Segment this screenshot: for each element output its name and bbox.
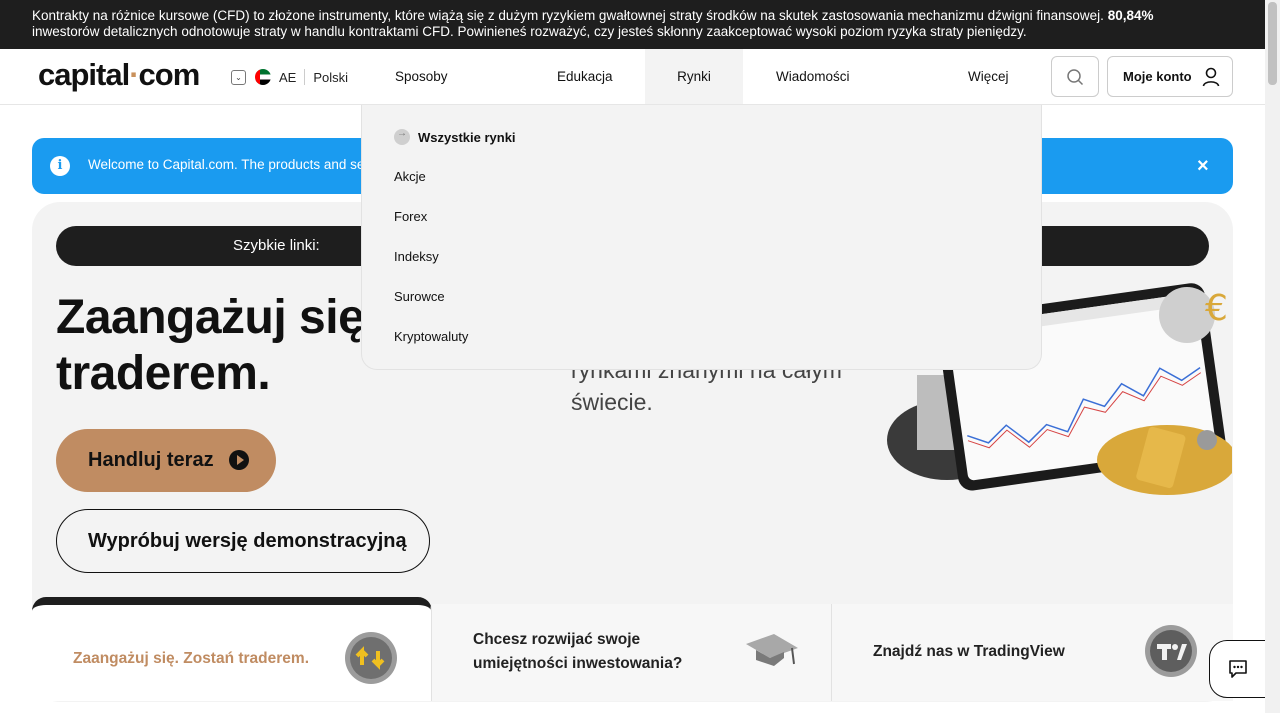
info-icon: i: [50, 156, 70, 176]
risk-warning-text: Kontrakty na różnice kursowe (CFD) to zł…: [32, 8, 1104, 23]
search-icon: [1067, 68, 1084, 85]
nav-item-ways-to-trade[interactable]: Sposoby handlu: [395, 49, 448, 140]
dropdown-item-forex[interactable]: Forex: [394, 209, 427, 224]
search-button[interactable]: [1051, 56, 1099, 97]
site-header: capital·com ⌄ AE Polski Sposoby handlu E…: [0, 49, 1265, 140]
page-scrollbar[interactable]: [1265, 0, 1280, 713]
welcome-text: Welcome to Capital.com. The products and…: [88, 157, 365, 172]
arrow-right-icon: [394, 128, 410, 145]
risk-warning-text-2: inwestorów detalicznych odnotowuje strat…: [32, 24, 1027, 39]
risk-warning-percent: 80,84%: [1107, 8, 1154, 23]
hero-title: Zaangażuj się traderem.: [56, 291, 365, 400]
try-demo-button[interactable]: Wypróbuj wersję demonstracyjną: [56, 509, 430, 573]
language-selector[interactable]: ⌄ AE Polski: [231, 69, 348, 85]
chat-icon: [1229, 660, 1247, 678]
nav-item-markets[interactable]: Rynki: [645, 49, 743, 104]
feature-card-tradingview[interactable]: Znajdź nas w TradingView: [832, 604, 1233, 701]
capital-logo[interactable]: capital·com: [38, 57, 200, 93]
nav-item-more[interactable]: Więcej: [968, 49, 1009, 104]
quick-links-label: Szybkie linki:: [233, 237, 320, 254]
dropdown-item-crypto[interactable]: Kryptowaluty: [394, 329, 468, 344]
feature-card-education[interactable]: Chcesz rozwijać swoje umiejętności inwes…: [432, 604, 832, 701]
risk-warning-banner: Kontrakty na różnice kursowe (CFD) to zł…: [0, 0, 1280, 49]
scrollbar-thumb[interactable]: [1268, 2, 1277, 85]
feature-card-become-trader[interactable]: Zaangażuj się. Zostań traderem.: [32, 597, 432, 701]
tradingview-icon: [1145, 625, 1197, 677]
chat-button[interactable]: [1209, 640, 1267, 698]
chevron-down-icon: ⌄: [231, 69, 246, 85]
trade-arrows-icon: [345, 632, 397, 684]
dropdown-item-commodities[interactable]: Surowce: [394, 289, 445, 304]
trade-now-button[interactable]: Handluj teraz: [56, 429, 276, 492]
play-icon: [229, 450, 249, 470]
feature-cards: Zaangażuj się. Zostań traderem. Chcesz r…: [32, 597, 1233, 702]
my-account-button[interactable]: Moje konto: [1107, 56, 1233, 97]
nav-item-news[interactable]: Wiadomości i analizy: [776, 49, 850, 140]
markets-dropdown-menu: Wszystkie rynki Akcje Forex Indeksy Suro…: [361, 105, 1042, 370]
dropdown-item-indices[interactable]: Indeksy: [394, 249, 439, 264]
region-code: AE: [279, 69, 297, 85]
dropdown-item-stocks[interactable]: Akcje: [394, 169, 426, 184]
nav-item-education[interactable]: Edukacja: [557, 49, 613, 104]
uae-flag-icon: [255, 69, 271, 85]
graduation-cap-icon: [746, 634, 798, 666]
svg-text:€: €: [1205, 288, 1228, 329]
dropdown-item-all-markets[interactable]: Wszystkie rynki: [394, 128, 516, 145]
user-icon: [1202, 67, 1219, 86]
close-icon[interactable]: ×: [1197, 155, 1209, 178]
language-label: Polski: [313, 69, 349, 85]
